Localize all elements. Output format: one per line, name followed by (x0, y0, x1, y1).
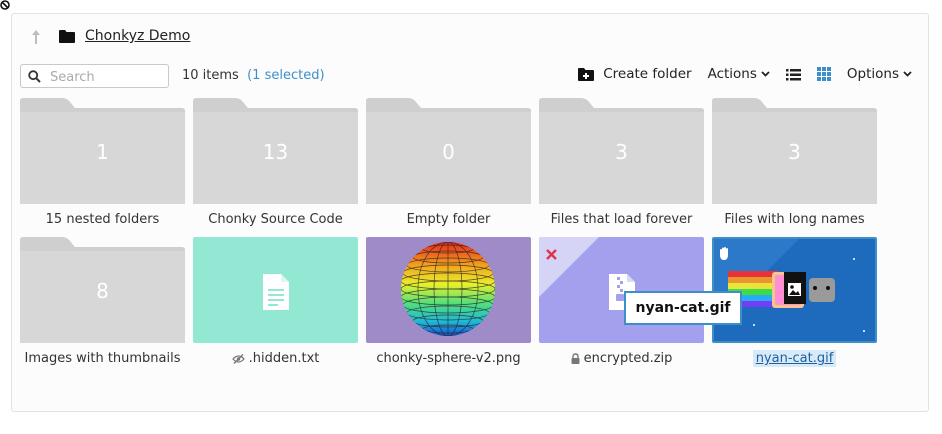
file-name: Files that load forever (529, 212, 714, 227)
image-thumbnail (712, 237, 877, 343)
chevron-down-icon (903, 71, 912, 77)
file-name: .hidden.txt (183, 351, 368, 366)
actions-dropdown[interactable]: Actions (708, 66, 770, 82)
folder-child-count: 0 (442, 140, 455, 164)
file-thumbnail (539, 237, 704, 343)
folder-thumbnail: 0 (366, 98, 531, 204)
file-entry[interactable]: 8 Images with thumbnails (20, 237, 185, 366)
file-name: Files with long names (702, 212, 887, 227)
file-name-text: Files that load forever (550, 212, 693, 227)
file-entry[interactable]: 3 Files that load forever (539, 98, 704, 227)
actions-label: Actions (707, 66, 757, 82)
file-name: encrypted.zip (529, 351, 714, 366)
file-name: nyan-cat.gif (702, 350, 887, 367)
nyan-cat-image (714, 239, 865, 332)
file-browser: Chonkyz Demo 10 items (1 selected) Creat… (11, 13, 929, 412)
arrow-up-icon[interactable] (30, 28, 42, 46)
no-entry-icon (0, 0, 10, 10)
selection-count: (1 selected) (247, 68, 325, 83)
file-name-text: encrypted.zip (583, 351, 673, 366)
file-thumbnail (193, 237, 358, 343)
item-count-text: 10 items (182, 68, 239, 83)
folder-thumbnail: 1 (20, 98, 185, 204)
file-name: Chonky Source Code (183, 212, 368, 227)
close-icon (546, 249, 557, 260)
file-name-text: chonky-sphere-v2.png (376, 351, 521, 366)
file-entry[interactable]: 1 15 nested folders (20, 98, 185, 227)
folder-icon (59, 30, 75, 43)
options-dropdown[interactable]: Options (847, 66, 912, 82)
archive-file-icon (539, 237, 635, 310)
folder-child-count: 3 (788, 140, 801, 164)
file-name-text: nyan-cat.gif (752, 350, 837, 367)
file-name: Images with thumbnails (10, 351, 195, 366)
breadcrumb[interactable]: Chonkyz Demo (85, 28, 190, 44)
file-name-text: 15 nested folders (45, 212, 160, 227)
folder-thumbnail: 3 (539, 98, 704, 204)
file-name-text: Files with long names (724, 212, 865, 227)
toolbar-actions: Create folder Actions Options (578, 66, 912, 82)
chevron-down-icon (761, 71, 770, 77)
file-name-tooltip: nyan-cat.gif (624, 291, 742, 325)
lock-icon (571, 353, 580, 364)
folder-child-count: 8 (96, 279, 109, 303)
navbar: Chonkyz Demo (12, 26, 928, 52)
folder-plus-icon (578, 67, 595, 81)
search-input[interactable] (48, 67, 167, 87)
create-folder-button[interactable]: Create folder (578, 66, 692, 82)
search-icon (28, 70, 41, 83)
file-entry[interactable]: 0 Empty folder (366, 98, 531, 227)
file-name: Empty folder (356, 212, 541, 227)
text-file-icon (263, 274, 289, 310)
file-name-text: Chonky Source Code (208, 212, 343, 227)
toolbar: 10 items (1 selected) Create folder Acti… (12, 64, 928, 90)
file-name: 15 nested folders (10, 212, 195, 227)
folder-child-count: 1 (96, 140, 109, 164)
list-view-icon[interactable] (785, 68, 801, 81)
folder-child-count: 13 (262, 140, 289, 164)
file-entry[interactable]: 13 Chonky Source Code (193, 98, 358, 227)
selection-count-text: 1 selected (252, 68, 320, 83)
sphere-image (401, 242, 495, 336)
file-entry[interactable]: 3 Files with long names (712, 98, 877, 227)
options-label: Options (846, 66, 899, 82)
image-thumbnail (366, 237, 531, 343)
file-name-text: Images with thumbnails (24, 351, 181, 366)
folder-child-count: 3 (615, 140, 628, 164)
hidden-icon (231, 353, 245, 364)
create-folder-label: Create folder (603, 66, 692, 82)
folder-thumbnail: 13 (193, 98, 358, 204)
file-name: chonky-sphere-v2.png (356, 351, 541, 366)
folder-thumbnail: 3 (712, 98, 877, 204)
folder-thumbnail: 8 (20, 237, 185, 343)
hand-icon (720, 247, 728, 260)
grid-view-icon[interactable] (816, 67, 831, 81)
file-name-text: .hidden.txt (248, 351, 320, 366)
file-name-text: Empty folder (406, 212, 491, 227)
item-count: 10 items (1 selected) (182, 68, 325, 83)
search-box[interactable] (20, 64, 169, 88)
